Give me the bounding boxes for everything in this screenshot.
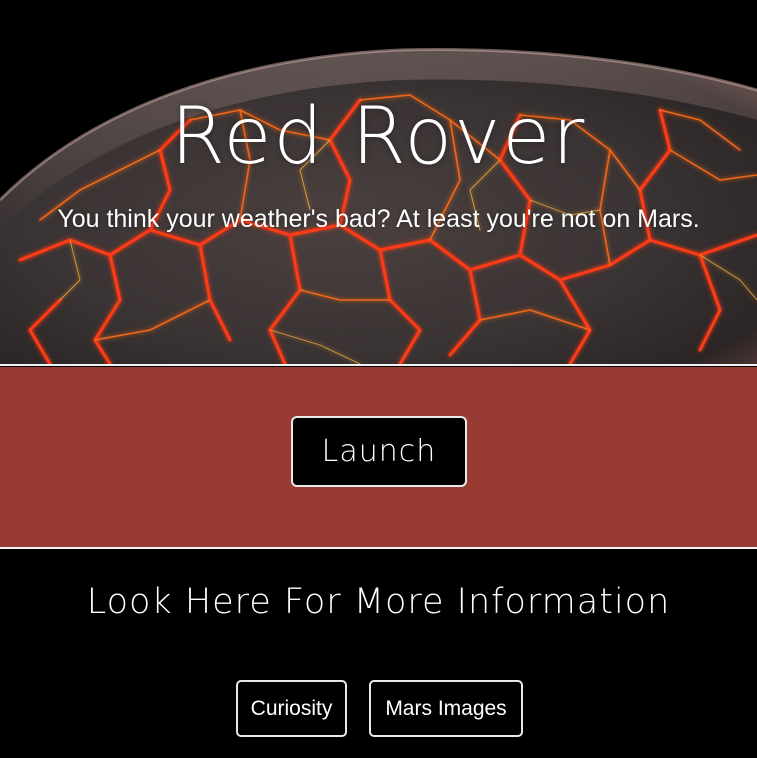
page-title: Red Rover (170, 92, 587, 182)
info-heading: Look Here For More Information (86, 582, 671, 622)
divider-top (0, 364, 757, 366)
mars-images-button[interactable]: Mars Images (369, 680, 523, 737)
curiosity-button[interactable]: Curiosity (236, 680, 347, 737)
lava-planet-image (0, 0, 757, 364)
hero-section: Red Rover You think your weather's bad? … (0, 0, 757, 364)
hero-subtitle: You think your weather's bad? At least y… (57, 205, 700, 233)
launch-button[interactable]: Launch (291, 416, 467, 487)
divider-bottom (0, 547, 757, 549)
